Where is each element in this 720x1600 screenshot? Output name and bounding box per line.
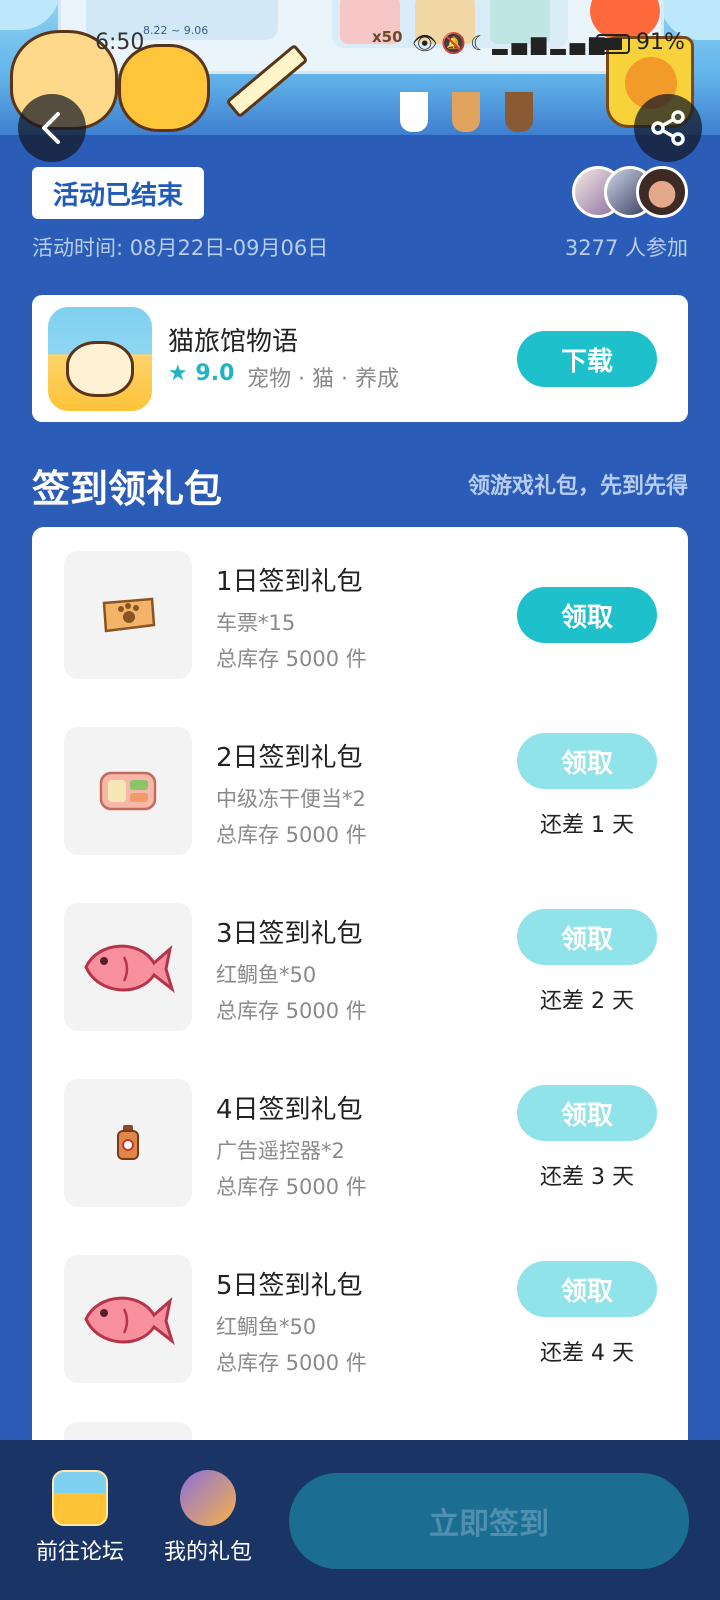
gift-name: 5日签到礼包 [216, 1271, 363, 1301]
bento-box-icon [99, 771, 157, 811]
gift-item: 广告遥控器*2 [216, 1139, 345, 1163]
gift-thumbnail [64, 1079, 192, 1207]
bottom-action-bar: 前往论坛 我的礼包 立即签到 [0, 1440, 720, 1600]
mute-icon: 🔕 [441, 31, 471, 55]
remote-control-icon [117, 1125, 139, 1160]
gift-stock: 总库存 5000 件 [216, 999, 367, 1023]
app-tags: 宠物 · 猫 · 养成 [247, 367, 399, 392]
cat-paw-icon [505, 92, 533, 132]
gift-thumbnail [64, 903, 192, 1031]
ticket-icon [102, 597, 156, 633]
app-rating: ★ 9.0 [168, 361, 234, 386]
app-rating-value: 9.0 [195, 361, 235, 386]
participant-avatars[interactable] [572, 166, 688, 222]
gift-item: 车票*15 [216, 611, 296, 635]
status-bar: 6:50 👁🔕☾▂▄▆▂▄▆ 91% [0, 28, 720, 60]
gift-thumbnail [64, 1255, 192, 1383]
app-card[interactable]: 猫旅馆物语 ★ 9.0 宠物 · 猫 · 养成 下载 [32, 295, 688, 422]
claim-button[interactable]: 领取 [517, 733, 657, 789]
share-button[interactable] [634, 94, 702, 162]
gift-name: 2日签到礼包 [216, 743, 363, 773]
gift-item: 中级冻干便当*2 [216, 787, 366, 811]
app-mascot-face [66, 341, 134, 397]
gift-row: 4日签到礼包 广告遥控器*2 总库存 5000 件 领取 还差 3 天 [32, 1055, 688, 1231]
gift-stock: 总库存 5000 件 [216, 1175, 367, 1199]
gift-thumbnail [64, 551, 192, 679]
gift-row: 1日签到礼包 车票*15 总库存 5000 件 领取 [32, 527, 688, 703]
claim-button[interactable]: 领取 [517, 909, 657, 965]
gift-stock: 总库存 5000 件 [216, 823, 367, 847]
cat-paw-icon [452, 92, 480, 132]
battery-percent: 91% [636, 30, 685, 55]
cat-paw-icon [400, 92, 428, 132]
section-title: 签到领礼包 [32, 467, 223, 511]
avatar [636, 166, 688, 218]
red-snapper-fish-icon [84, 1296, 175, 1346]
gift-row: 2日签到礼包 中级冻干便当*2 总库存 5000 件 领取 还差 1 天 [32, 703, 688, 879]
status-icons: 👁🔕☾▂▄▆▂▄▆ [412, 31, 609, 55]
activity-time: 活动时间: 08月22日-09月06日 [32, 236, 329, 260]
activity-status-badge: 活动已结束 [32, 167, 204, 219]
gift-name: 4日签到礼包 [216, 1095, 363, 1125]
gift-stock: 总库存 5000 件 [216, 1351, 367, 1375]
claim-button[interactable]: 领取 [517, 1261, 657, 1317]
status-time: 6:50 [95, 30, 145, 55]
signal-icon: ▂▄▆ [492, 31, 551, 55]
gift-box-icon [180, 1470, 236, 1526]
days-remaining: 还差 4 天 [540, 1341, 634, 1366]
app-name: 猫旅馆物语 [168, 327, 299, 357]
gift-row: 3日签到礼包 红鲷鱼*50 总库存 5000 件 领取 还差 2 天 [32, 879, 688, 1055]
gift-stock: 总库存 5000 件 [216, 647, 367, 671]
chevron-left-icon [42, 112, 60, 144]
days-remaining: 还差 3 天 [540, 1165, 634, 1190]
back-button[interactable] [18, 94, 86, 162]
days-remaining: 还差 2 天 [540, 989, 634, 1014]
forum-app-icon [52, 1470, 108, 1526]
share-icon [651, 110, 685, 146]
gift-list: 1日签到礼包 车票*15 总库存 5000 件 领取 2日签到礼包 中级冻干便当… [32, 527, 688, 1447]
app-icon [48, 307, 152, 411]
my-gifts-button[interactable]: 我的礼包 [148, 1470, 268, 1566]
gift-thumbnail [64, 727, 192, 855]
days-remaining: 还差 1 天 [540, 813, 634, 838]
battery-icon [596, 34, 630, 54]
my-gifts-label: 我的礼包 [163, 1540, 252, 1565]
gift-row: 5日签到礼包 红鲷鱼*50 总库存 5000 件 领取 还差 4 天 [32, 1231, 688, 1407]
claim-button[interactable]: 领取 [517, 1085, 657, 1141]
gift-item: 红鲷鱼*50 [216, 963, 317, 987]
section-subtitle: 领游戏礼包，先到先得 [467, 474, 688, 499]
gift-name: 3日签到礼包 [216, 919, 363, 949]
gift-item: 红鲷鱼*50 [216, 1315, 317, 1339]
eye-icon: 👁 [412, 31, 442, 55]
forum-label: 前往论坛 [35, 1540, 124, 1565]
participant-count: 3277 人参加 [564, 236, 688, 260]
banner-wave-decoration [0, 0, 60, 30]
top-banner: 8.22 ~ 9.06 x50 [0, 0, 720, 135]
download-button[interactable]: 下载 [517, 331, 657, 387]
claim-button[interactable]: 领取 [517, 587, 657, 643]
red-snapper-fish-icon [84, 944, 175, 994]
gift-name: 1日签到礼包 [216, 567, 363, 597]
moon-icon: ☾ [470, 31, 493, 55]
star-icon: ★ [168, 361, 188, 386]
sign-in-now-button[interactable]: 立即签到 [289, 1473, 689, 1569]
forum-button[interactable]: 前往论坛 [20, 1470, 140, 1566]
